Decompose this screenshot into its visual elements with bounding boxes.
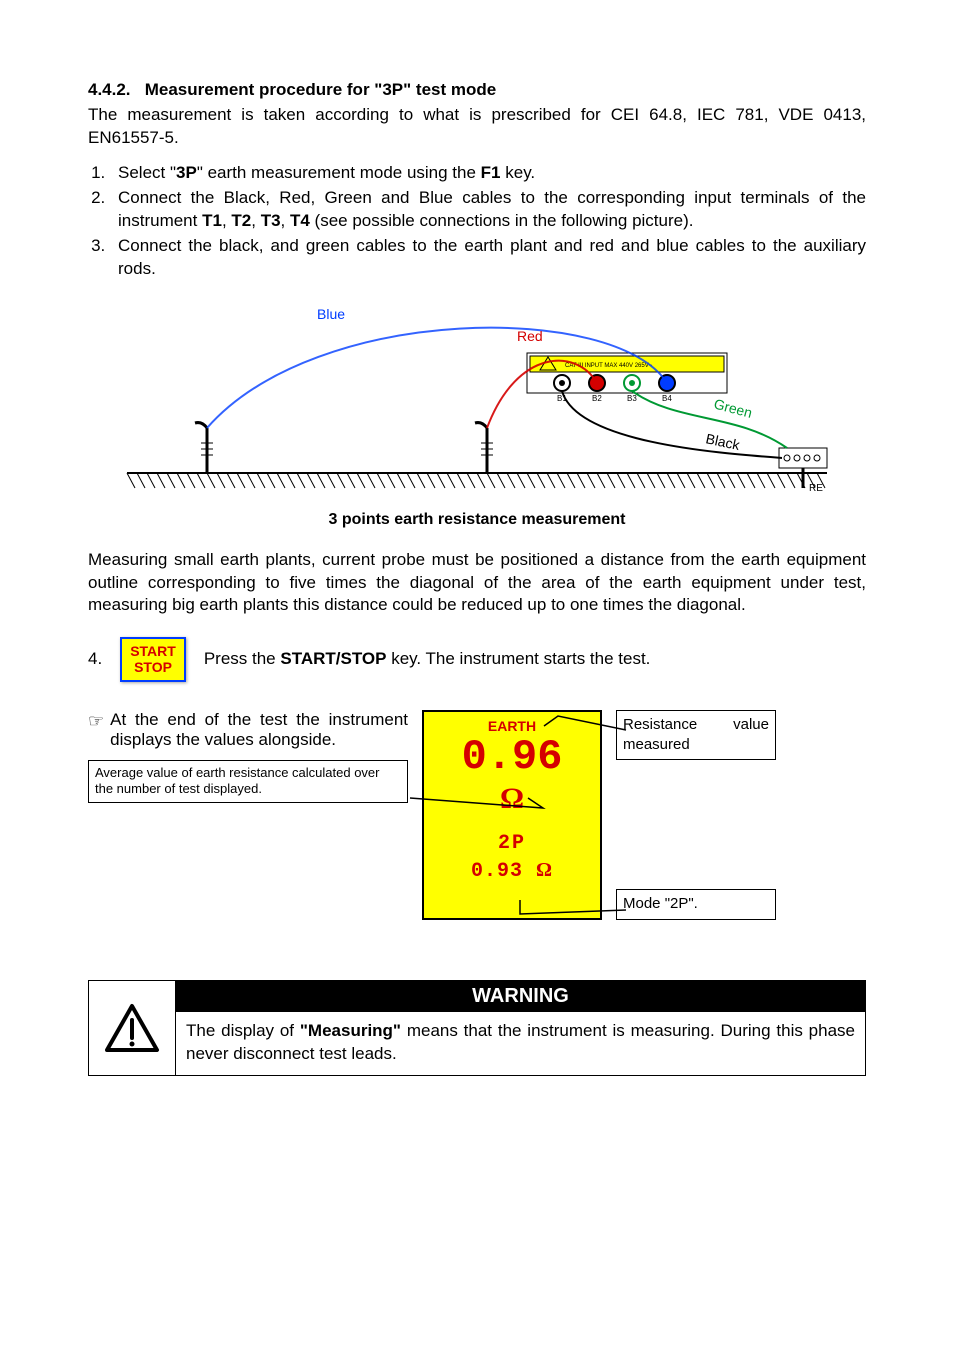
warning-icon-cell (89, 981, 176, 1076)
step-4-row: 4. START STOP Press the START/STOP key. … (88, 637, 866, 681)
rod-left (195, 422, 213, 472)
step-4-number: 4. (88, 649, 102, 669)
section-title: Measurement procedure for "3P" test mode (145, 80, 497, 99)
start-stop-line1: START (130, 643, 176, 659)
step-3: Connect the black, and green cables to t… (110, 235, 866, 281)
display-main-value: 0.96 (424, 736, 600, 778)
svg-text:B4: B4 (662, 394, 672, 403)
re-label: RE (809, 483, 823, 494)
green-label: Green (712, 395, 754, 421)
step-4-text: Press the START/STOP key. The instrument… (204, 649, 651, 669)
wiring-figure: RE CAT III INPUT MAX 440V 265V~ B1 B2 B3… (88, 293, 866, 503)
display-ohm-symbol: Ω (424, 782, 600, 816)
svg-text:B2: B2 (592, 394, 602, 403)
hand-note: ☞ At the end of the test the instrument … (88, 710, 408, 750)
figure-caption: 3 points earth resistance measurement (88, 511, 866, 529)
section-heading: 4.4.2. Measurement procedure for "3P" te… (88, 80, 866, 100)
annotation-resistance: Resistance value measured (616, 710, 776, 761)
avg-value-note: Average value of earth resistance calcul… (88, 760, 408, 804)
start-stop-button-icon: START STOP (120, 637, 186, 681)
after-figure-paragraph: Measuring small earth plants, current pr… (88, 549, 866, 618)
start-stop-line2: STOP (130, 659, 176, 675)
display-earth-label: EARTH (424, 712, 600, 734)
rod-mid (475, 422, 493, 472)
display-secondary-value: 0.93 Ω (424, 859, 600, 883)
steps-list: Select "3P" earth measurement mode using… (88, 162, 866, 281)
warning-triangle-icon (103, 1002, 161, 1054)
section-number: 4.4.2. (88, 80, 131, 99)
hand-note-text: At the end of the test the instrument di… (110, 710, 408, 750)
step-1: Select "3P" earth measurement mode using… (110, 162, 866, 185)
step-2: Connect the Black, Red, Green and Blue c… (110, 187, 866, 233)
intro-paragraph: The measurement is taken according to wh… (88, 104, 866, 150)
display-annotation-row: ☞ At the end of the test the instrument … (88, 710, 866, 920)
annotation-mode: Mode "2P". (616, 889, 776, 919)
blue-label: Blue (317, 306, 345, 322)
instrument-display: EARTH 0.96 Ω 2P 0.93 Ω (422, 710, 602, 920)
warning-body: The display of "Measuring" means that th… (176, 1012, 865, 1076)
display-mode: 2P (424, 832, 600, 855)
hand-pointer-icon: ☞ (88, 710, 104, 750)
svg-text:B3: B3 (627, 394, 637, 403)
warning-box: WARNING The display of "Measuring" means… (88, 980, 866, 1077)
black-label: Black (704, 430, 742, 453)
earth-plant (779, 448, 827, 488)
warning-title: WARNING (176, 981, 865, 1012)
red-label: Red (517, 328, 543, 344)
